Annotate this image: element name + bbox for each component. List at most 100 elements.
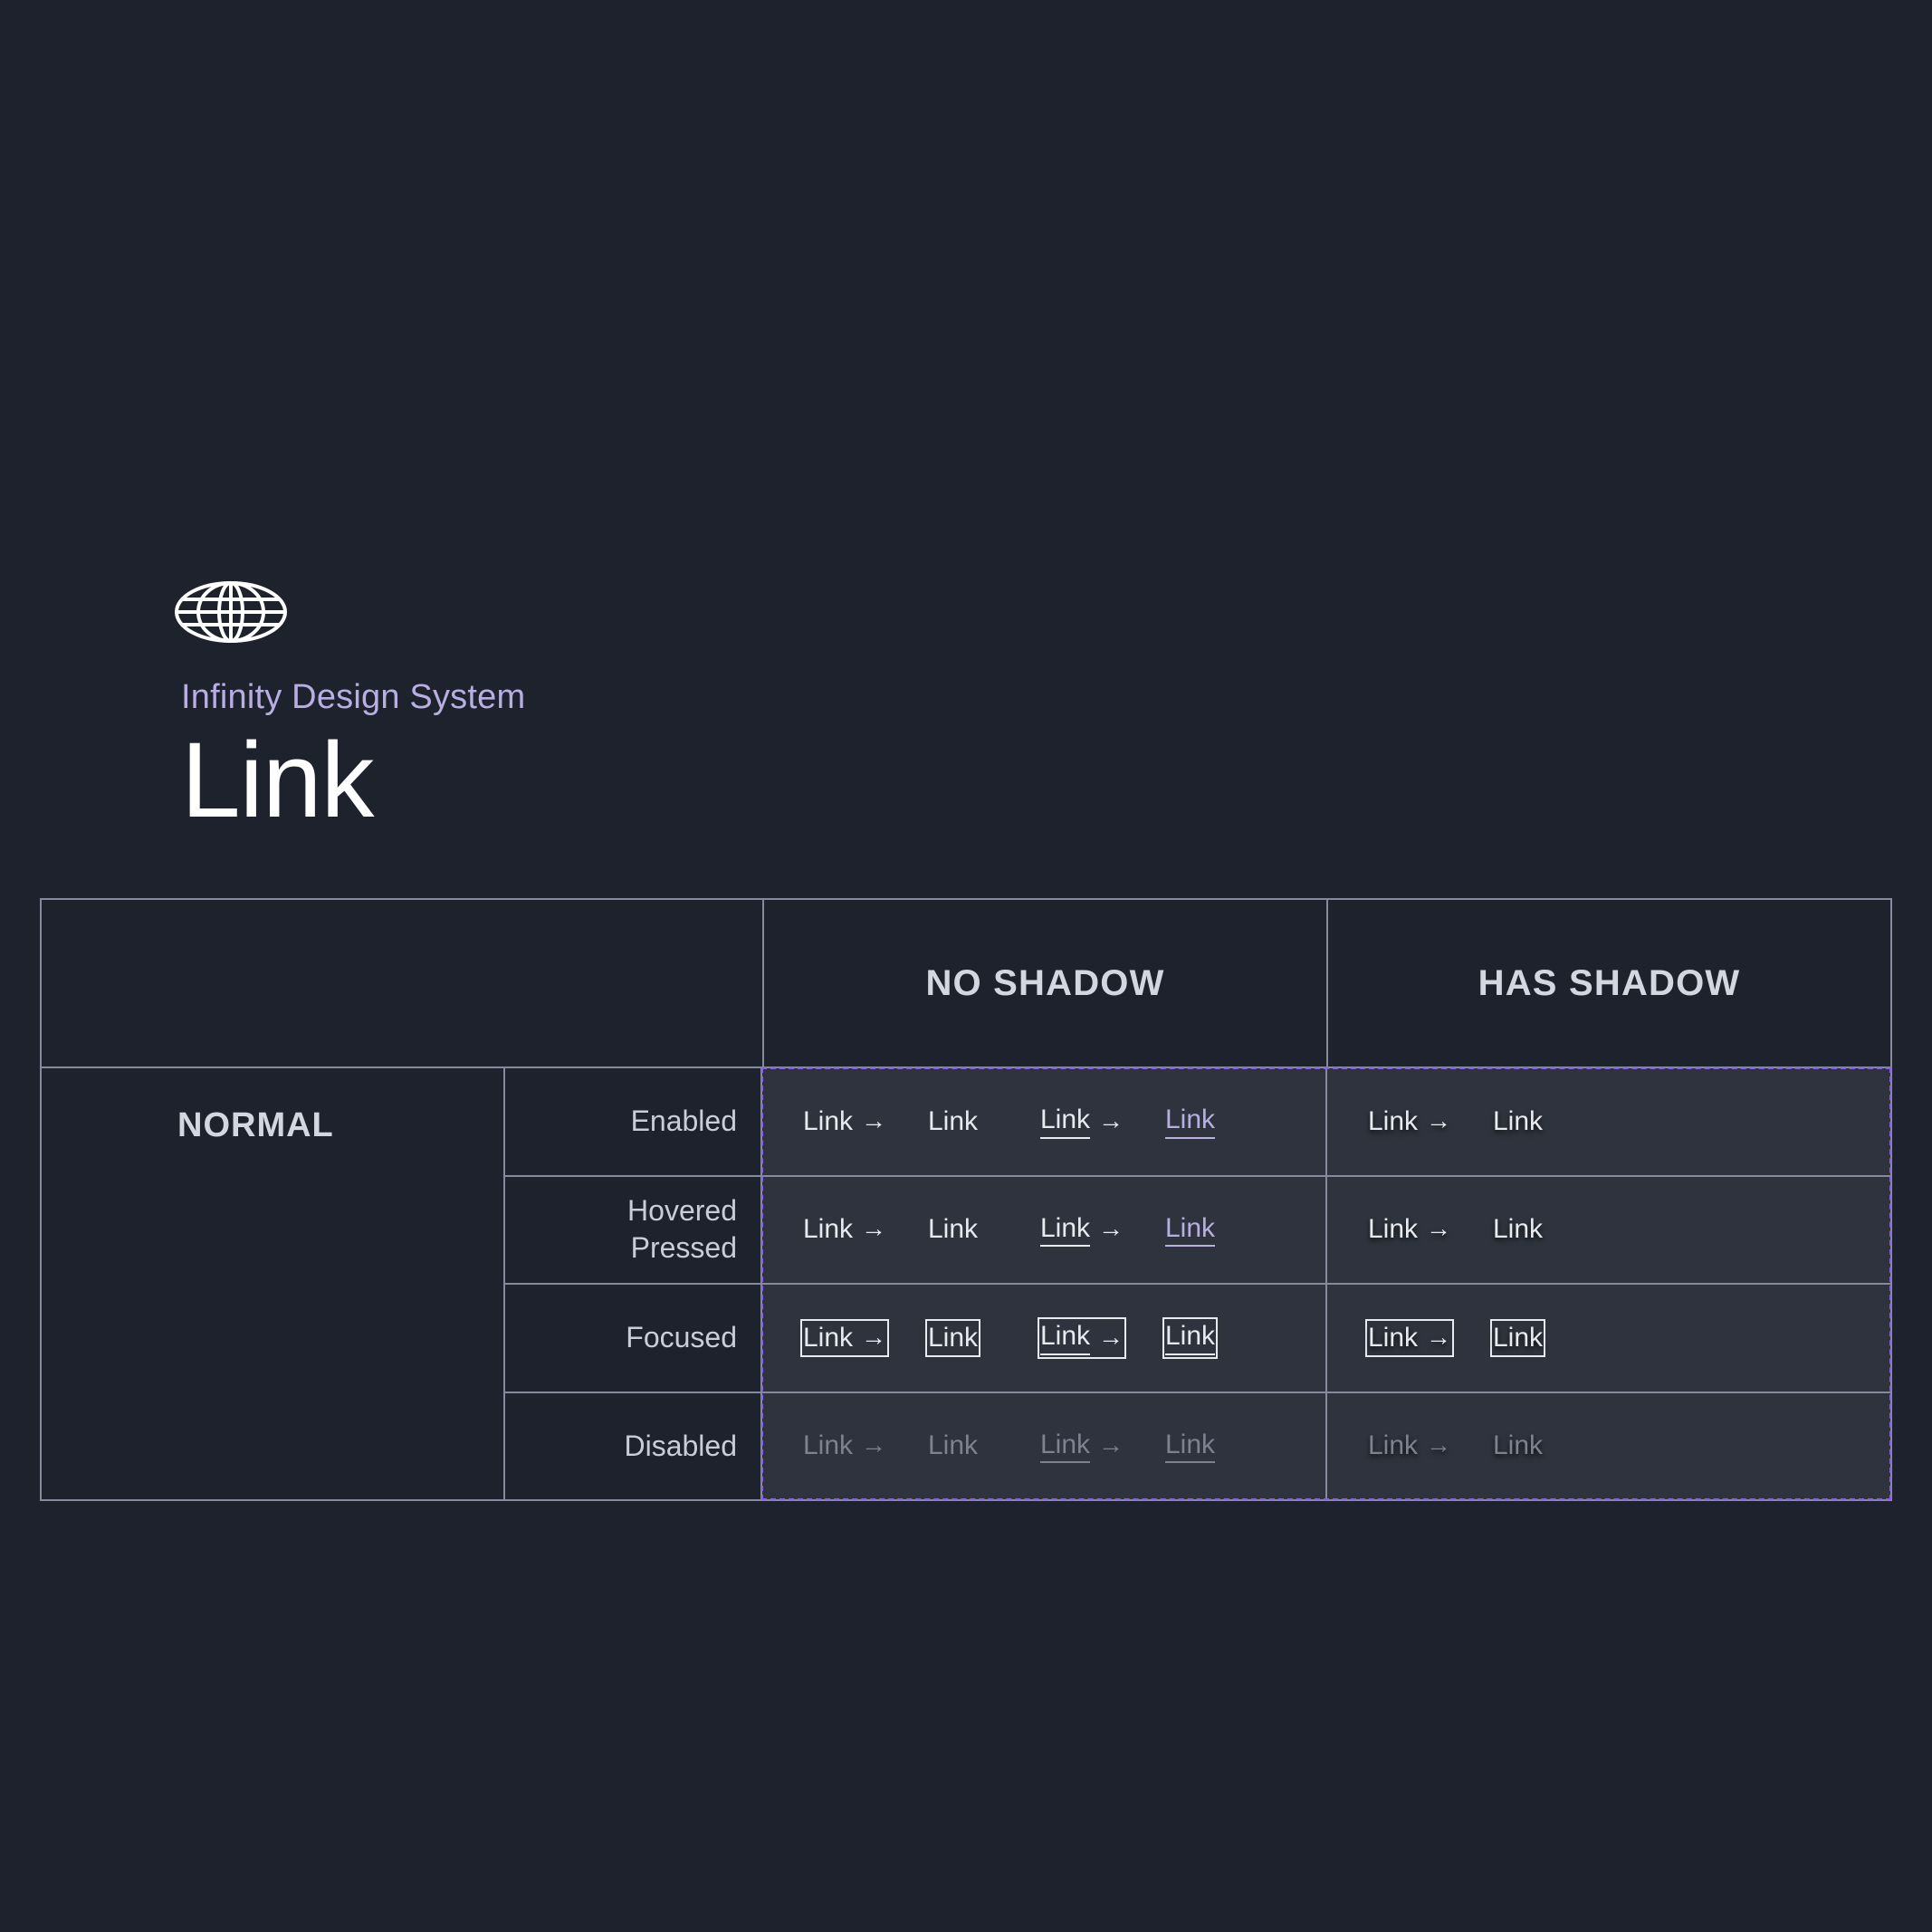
link-accent-underlined[interactable]: Link (1162, 1210, 1218, 1251)
link-label: Link (1368, 1214, 1419, 1244)
link-label: Link (928, 1322, 979, 1353)
arrow-right-icon: → (1426, 1430, 1452, 1459)
link-default-with-arrow[interactable]: Link → (1365, 1103, 1454, 1142)
link-default[interactable]: Link (1490, 1210, 1545, 1249)
sample-cell-has-shadow-hovered: Link → Link (1327, 1176, 1890, 1285)
link-slot: Link (925, 1318, 1038, 1357)
group-label-normal: NORMAL (42, 1068, 505, 1499)
link-default[interactable]: Link (925, 1318, 981, 1357)
samples-column-has-shadow: Link → Link Link → Link Link → Link Link → Link (1327, 1068, 1890, 1499)
link-disabled: Link (1490, 1427, 1545, 1466)
link-default[interactable]: Link (1490, 1103, 1545, 1142)
link-slot: Link → (800, 1103, 925, 1142)
link-disabled-with-arrow: Link → (800, 1427, 889, 1466)
link-accent-underlined[interactable]: Link (1162, 1101, 1218, 1143)
samples-selection-region: Link → Link Link → Link Link → Link Link → Link Li… (761, 1067, 1891, 1500)
sample-cell-no-shadow-disabled: Link → Link Link → Link (762, 1392, 1325, 1499)
link-label: Link (928, 1214, 979, 1244)
sample-cell-no-shadow-hovered: Link → Link Link → Link (762, 1176, 1325, 1285)
link-label: Link (803, 1322, 854, 1353)
link-default-with-arrow[interactable]: Link → (800, 1318, 890, 1357)
link-disabled-underlined-with-arrow: Link → (1038, 1426, 1126, 1468)
link-slot: Link → (1038, 1101, 1162, 1143)
sample-cell-has-shadow-disabled: Link → Link (1327, 1392, 1890, 1499)
link-default-with-arrow[interactable]: Link → (800, 1210, 889, 1249)
page-title: Link (181, 720, 374, 840)
arrow-right-icon: → (1098, 1105, 1124, 1134)
link-slot: Link (925, 1103, 1038, 1142)
link-label: Link (1165, 1213, 1216, 1247)
link-label: Link (1040, 1321, 1091, 1355)
link-slot: Link → (1365, 1210, 1490, 1249)
link-disabled-with-arrow: Link → (1365, 1427, 1454, 1466)
link-disabled: Link (925, 1427, 980, 1466)
link-label: Link (1165, 1321, 1216, 1355)
link-label: Link (1368, 1105, 1419, 1136)
link-slot: Link (1162, 1317, 1275, 1359)
state-label-disabled: Disabled (624, 1429, 737, 1462)
link-slot: Link → (1365, 1103, 1490, 1142)
link-slot: Link (1162, 1210, 1275, 1251)
link-label: Link (803, 1430, 854, 1460)
link-slot: Link (925, 1210, 1038, 1249)
link-disabled-underlined: Link (1162, 1426, 1218, 1468)
sample-cell-has-shadow-focused: Link → Link (1327, 1285, 1890, 1393)
link-label: Link (928, 1430, 979, 1460)
link-slot: Link (1162, 1101, 1275, 1143)
link-default-with-arrow[interactable]: Link → (1365, 1210, 1454, 1249)
arrow-right-icon: → (861, 1430, 887, 1459)
link-default[interactable]: Link (1490, 1318, 1546, 1357)
arrow-right-icon: → (1098, 1430, 1124, 1459)
table-body: NORMAL Enabled Hovered Pressed Focused D… (42, 1067, 1891, 1500)
link-label: Link (1040, 1105, 1091, 1139)
link-slot: Link (1162, 1426, 1275, 1468)
link-label: Link (1165, 1105, 1216, 1139)
link-label: Link (1368, 1322, 1419, 1353)
table-header-row: NO SHADOW HAS SHADOW (42, 900, 1890, 1068)
link-slot: Link → (1038, 1317, 1162, 1359)
link-label: Link (1040, 1430, 1091, 1463)
link-default-underlined-with-arrow[interactable]: Link → (1038, 1101, 1126, 1143)
arrow-right-icon: → (1426, 1105, 1452, 1134)
sample-cell-no-shadow-focused: Link → Link Link → Link (762, 1285, 1325, 1393)
arrow-right-icon: → (861, 1214, 887, 1243)
link-default-with-arrow[interactable]: Link → (800, 1103, 889, 1142)
link-slot: Link (1490, 1210, 1602, 1249)
brand-eyebrow: Infinity Design System (181, 678, 526, 716)
sample-cell-has-shadow-enabled: Link → Link (1327, 1068, 1890, 1177)
link-label: Link (1165, 1430, 1216, 1463)
link-default[interactable]: Link (925, 1210, 980, 1249)
link-label: Link (1493, 1214, 1544, 1244)
link-states-table: NO SHADOW HAS SHADOW NORMAL Enabled Hove… (40, 898, 1892, 1501)
link-label: Link (928, 1105, 979, 1136)
arrow-right-icon: → (1426, 1322, 1452, 1351)
sample-cell-no-shadow-enabled: Link → Link Link → Link (762, 1068, 1325, 1177)
link-slot: Link → (800, 1210, 925, 1249)
link-label: Link (1368, 1430, 1419, 1460)
link-slot: Link (925, 1427, 1038, 1466)
state-label-focused: Focused (505, 1285, 760, 1393)
arrow-right-icon: → (1098, 1214, 1124, 1243)
link-default-underlined[interactable]: Link (1162, 1317, 1219, 1359)
arrow-right-icon: → (1098, 1322, 1124, 1351)
table-corner-cell (42, 900, 764, 1066)
arrow-right-icon: → (861, 1105, 887, 1134)
link-default-with-arrow[interactable]: Link → (1365, 1318, 1455, 1357)
page-header: Infinity Design System Link (174, 579, 1260, 840)
state-label-enabled: Enabled (505, 1068, 760, 1177)
link-slot: Link → (1038, 1426, 1162, 1468)
state-label-hovered-pressed: Hovered Pressed (505, 1177, 760, 1285)
link-label: Link (803, 1105, 854, 1136)
link-label: Link (803, 1214, 854, 1244)
link-default[interactable]: Link (925, 1103, 980, 1142)
link-slot: Link → (800, 1318, 925, 1357)
link-slot: Link → (1365, 1427, 1490, 1466)
link-default-underlined-with-arrow[interactable]: Link → (1038, 1210, 1126, 1251)
link-slot: Link → (800, 1427, 925, 1466)
link-slot: Link (1490, 1318, 1602, 1357)
link-slot: Link (1490, 1103, 1602, 1142)
link-label: Link (1493, 1105, 1544, 1136)
arrow-right-icon: → (861, 1322, 887, 1351)
column-header-no-shadow: NO SHADOW (764, 900, 1328, 1066)
link-default-underlined-with-arrow[interactable]: Link → (1038, 1317, 1127, 1359)
